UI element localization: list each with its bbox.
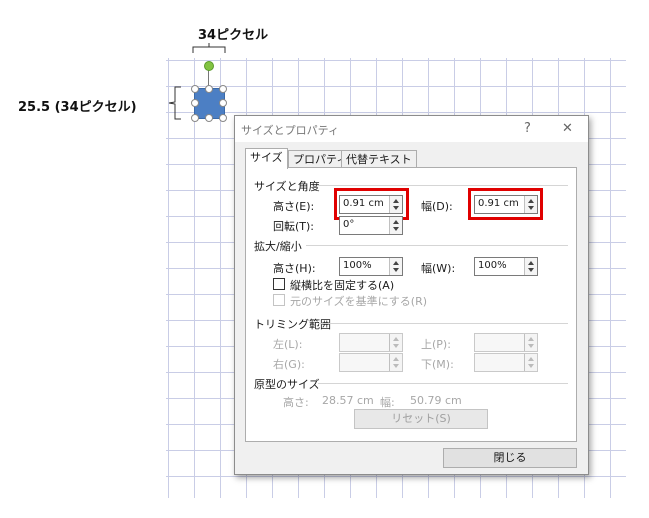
- size-tab-page: サイズと角度 高さ(E): 0.91 cm 幅(D): 0.91 cm 回転(T…: [245, 167, 577, 442]
- lock-aspect-checkbox[interactable]: [273, 278, 285, 290]
- width-annotation: 34ピクセル: [198, 28, 269, 43]
- section-crop-header: トリミング範囲: [254, 318, 331, 331]
- crop-right-field[interactable]: [339, 353, 403, 372]
- scale-height-value: 100%: [343, 260, 372, 271]
- resize-handle-tr[interactable]: [219, 85, 227, 93]
- tab-alt-text[interactable]: 代替テキスト: [341, 150, 417, 168]
- section-crop: トリミング範囲: [254, 316, 568, 332]
- resize-handle-tl[interactable]: [191, 85, 199, 93]
- section-size-angle-header: サイズと角度: [254, 180, 320, 193]
- crop-top-field[interactable]: [474, 333, 538, 352]
- height-label: 高さ(E):: [273, 200, 315, 213]
- height-bracket: [168, 86, 181, 120]
- resize-handle-l[interactable]: [191, 99, 199, 107]
- scale-height-field[interactable]: 100%: [339, 257, 403, 276]
- original-height-label: 高さ:: [283, 396, 309, 409]
- rotation-spin-arrows[interactable]: [389, 217, 402, 234]
- relative-original-checkbox[interactable]: [273, 294, 285, 306]
- original-height-value: 28.57 cm: [322, 394, 374, 407]
- crop-bottom-label: 下(M):: [421, 358, 454, 371]
- resize-handle-r[interactable]: [219, 99, 227, 107]
- reset-button[interactable]: リセット(S): [354, 409, 488, 429]
- dialog-title: サイズとプロパティ: [241, 124, 340, 137]
- rotation-handle[interactable]: [204, 61, 214, 71]
- scale-height-spin-arrows[interactable]: [389, 258, 402, 275]
- rotation-label: 回転(T):: [273, 220, 315, 233]
- crop-top-label: 上(P):: [421, 338, 451, 351]
- close-icon[interactable]: ✕: [562, 121, 573, 136]
- lock-aspect-label: 縦横比を固定する(A): [290, 279, 395, 292]
- rotation-value: 0°: [343, 219, 355, 230]
- width-label: 幅(D):: [421, 200, 453, 213]
- rotation-field[interactable]: 0°: [339, 216, 403, 235]
- original-width-value: 50.79 cm: [410, 394, 462, 407]
- resize-handle-b[interactable]: [205, 114, 213, 122]
- dialog-titlebar: サイズとプロパティ ? ✕: [235, 116, 588, 142]
- size-properties-dialog: サイズとプロパティ ? ✕ サイズ プロパティ 代替テキスト サイズと角度 高さ…: [234, 115, 589, 475]
- relative-original-label: 元のサイズを基準にする(R): [290, 295, 428, 308]
- section-original-header: 原型のサイズ: [254, 378, 320, 391]
- height-annotation: 25.5 (34ピクセル): [18, 100, 137, 115]
- resize-handle-t[interactable]: [205, 85, 213, 93]
- close-button[interactable]: 閉じる: [443, 448, 577, 468]
- section-original-size: 原型のサイズ: [254, 376, 568, 392]
- scale-width-spin-arrows[interactable]: [524, 258, 537, 275]
- tab-size[interactable]: サイズ: [245, 148, 288, 169]
- scale-height-label: 高さ(H):: [273, 262, 316, 275]
- section-scale-header: 拡大/縮小: [254, 240, 302, 253]
- scale-width-field[interactable]: 100%: [474, 257, 538, 276]
- resize-handle-br[interactable]: [219, 114, 227, 122]
- help-icon[interactable]: ?: [524, 121, 531, 136]
- crop-left-label: 左(L):: [273, 338, 303, 351]
- scale-width-label: 幅(W):: [421, 262, 456, 275]
- original-width-label: 幅:: [380, 396, 395, 409]
- section-scale: 拡大/縮小: [254, 238, 568, 254]
- width-bracket: [192, 43, 226, 53]
- crop-right-label: 右(G):: [273, 358, 305, 371]
- section-size-angle: サイズと角度: [254, 178, 568, 194]
- width-highlight: [468, 188, 543, 220]
- resize-handle-bl[interactable]: [191, 114, 199, 122]
- crop-left-field[interactable]: [339, 333, 403, 352]
- scale-width-value: 100%: [478, 260, 507, 271]
- crop-bottom-field[interactable]: [474, 353, 538, 372]
